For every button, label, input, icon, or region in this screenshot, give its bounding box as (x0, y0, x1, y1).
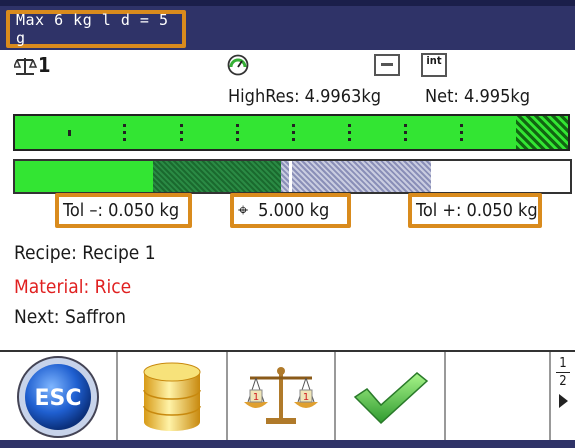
bargraph-tick (180, 124, 183, 144)
empty-softkey[interactable] (446, 352, 551, 442)
highres-reading: HighRes: 4.9963kg (228, 86, 381, 107)
esc-icon: ESC (17, 356, 99, 438)
bargraph-overload-zone (516, 116, 568, 149)
balance-icon: 1 1 (244, 367, 318, 424)
tolerance-fill-under (15, 161, 153, 192)
minus-box-icon[interactable] (374, 54, 400, 76)
ok-button[interactable] (336, 352, 446, 442)
speedometer-icon (227, 54, 249, 76)
target-box: ⌖ 5.000 kg (230, 193, 351, 228)
target-value: 5.000 kg (258, 200, 330, 221)
int-box-icon[interactable]: int (421, 53, 447, 77)
checkmark-icon (353, 372, 429, 425)
tol-plus-box: Tol +: 0.050 kg (408, 193, 542, 228)
bargraph-tick (123, 124, 126, 144)
tolerance-lower-zone (153, 161, 281, 192)
recipe-line: Recipe: Recipe 1 (14, 242, 156, 264)
database-button[interactable] (118, 352, 228, 442)
header-bar: Max 6 kg l d = 5 g (0, 0, 575, 50)
softkey-bar: ESC 1 1 (0, 350, 575, 448)
header-accent (0, 0, 575, 6)
weight-bargraph (13, 114, 570, 151)
page-current: 1 (559, 356, 567, 371)
capacity-box: Max 6 kg l d = 5 g (6, 10, 186, 48)
scale-icon: 1 (12, 53, 51, 83)
next-line: Next: Saffron (14, 306, 126, 328)
tol-minus-value: Tol –: 0.050 kg (63, 200, 180, 221)
bargraph-tick (348, 124, 351, 144)
esc-button[interactable]: ESC (0, 352, 118, 442)
database-icon (143, 362, 201, 431)
bargraph-tick (292, 124, 295, 144)
page-total: 2 (559, 374, 567, 389)
tolerance-upper-zone (281, 161, 431, 192)
scale-number: 1 (38, 53, 51, 77)
capacity-text: Max 6 kg l d = 5 g (16, 11, 169, 47)
svg-text:ESC: ESC (34, 386, 81, 411)
svg-text:1: 1 (303, 392, 309, 403)
material-line: Material: Rice (14, 276, 132, 298)
tol-plus-value: Tol +: 0.050 kg (416, 200, 538, 221)
bargraph-tick (404, 124, 407, 144)
page-indicator[interactable]: 1 2 (553, 356, 573, 413)
bargraph-tick (236, 124, 239, 144)
balance-button[interactable]: 1 1 (228, 352, 336, 442)
net-reading: Net: 4.995kg (425, 86, 531, 107)
tol-minus-box: Tol –: 0.050 kg (55, 193, 192, 228)
bottom-bar (0, 440, 575, 448)
tolerance-target-marker (289, 161, 292, 192)
bargraph-tick (68, 130, 71, 136)
status-row: 1 int (0, 52, 575, 80)
svg-text:1: 1 (253, 392, 259, 403)
page-divider (556, 372, 570, 373)
bargraph-tick (460, 124, 463, 144)
tolerance-bargraph (13, 159, 572, 194)
target-icon: ⌖ (238, 200, 249, 221)
arrow-right-icon[interactable] (557, 393, 569, 409)
